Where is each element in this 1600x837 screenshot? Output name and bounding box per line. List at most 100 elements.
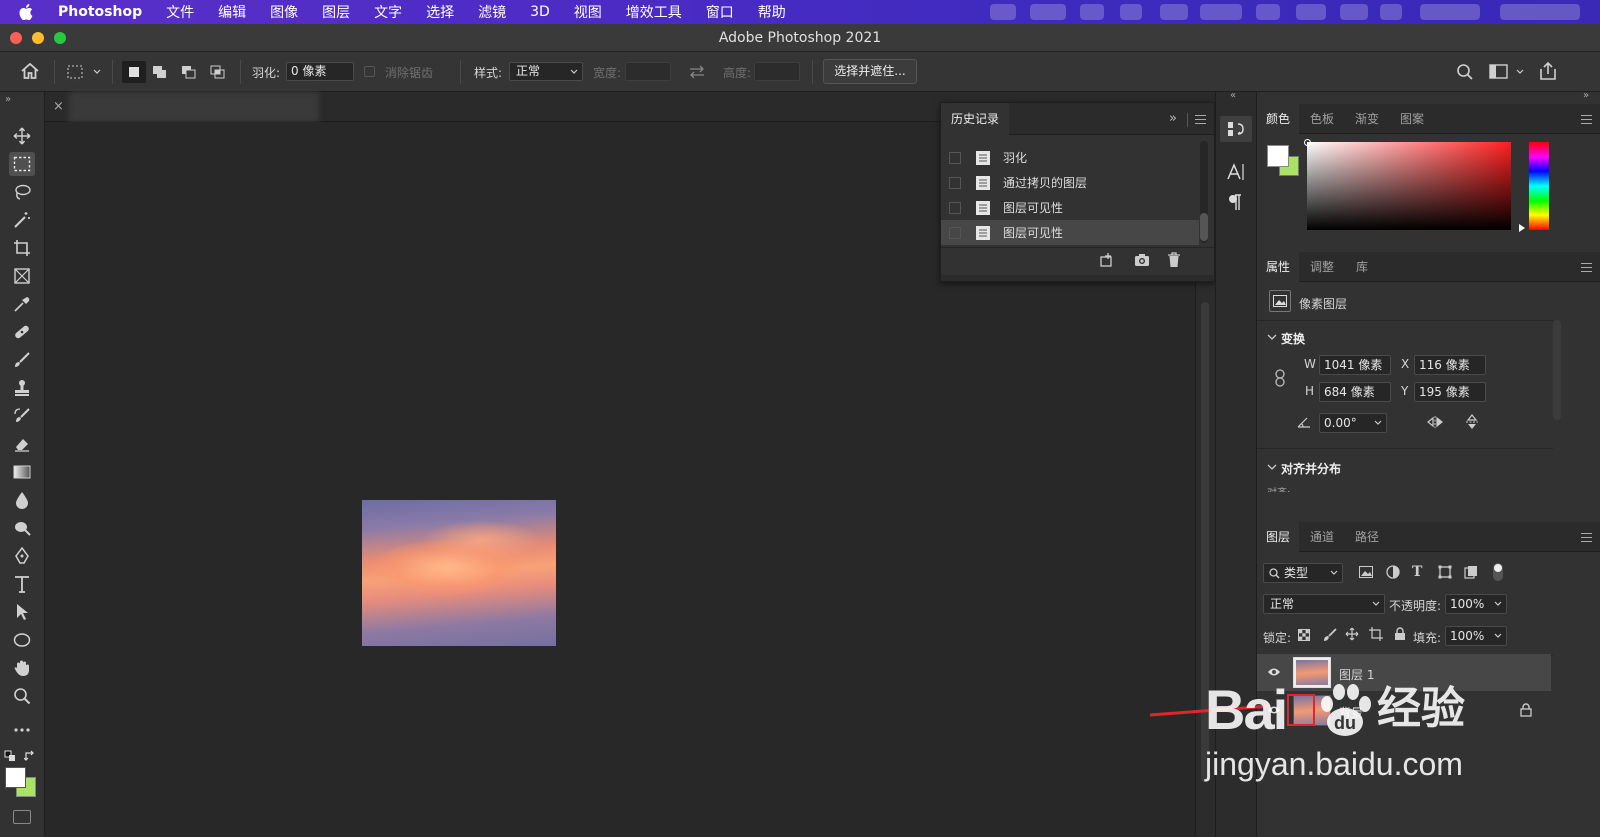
layer-name[interactable]: 背景 xyxy=(1339,704,1363,721)
trash-icon[interactable] xyxy=(1167,252,1181,268)
share-icon[interactable] xyxy=(1538,61,1558,81)
menu-help[interactable]: 帮助 xyxy=(746,2,798,22)
panel-menu-icon[interactable] xyxy=(1195,115,1206,127)
history-panel-icon[interactable] xyxy=(1220,116,1252,142)
chevron-down-icon[interactable] xyxy=(1267,463,1277,471)
crop-tool-icon[interactable] xyxy=(9,236,35,260)
panel-menu-icon[interactable] xyxy=(1581,115,1592,127)
filter-type-icon[interactable]: T xyxy=(1412,564,1422,580)
transform-section-title[interactable]: 变换 xyxy=(1281,330,1305,347)
status-icon-blurred[interactable] xyxy=(1296,4,1326,20)
menu-edit[interactable]: 编辑 xyxy=(206,2,258,22)
width-field[interactable]: 1041 像素 xyxy=(1319,355,1391,375)
status-icon-blurred[interactable] xyxy=(1200,4,1242,20)
path-selection-tool-icon[interactable] xyxy=(9,600,35,624)
tab-color[interactable]: 颜色 xyxy=(1257,104,1300,134)
height-input[interactable] xyxy=(754,62,800,81)
tab-libraries[interactable]: 库 xyxy=(1347,252,1377,282)
lock-artboard-icon[interactable] xyxy=(1369,627,1383,641)
panel-menu-icon[interactable] xyxy=(1581,533,1592,545)
tab-swatches[interactable]: 色板 xyxy=(1301,104,1343,134)
tab-channels[interactable]: 通道 xyxy=(1301,522,1343,552)
tab-gradients[interactable]: 渐变 xyxy=(1346,104,1388,134)
menu-select[interactable]: 选择 xyxy=(414,2,466,22)
lock-all-icon[interactable] xyxy=(1394,627,1406,641)
hue-slider[interactable] xyxy=(1529,142,1549,230)
close-window-button[interactable] xyxy=(10,32,22,44)
menu-file[interactable]: 文件 xyxy=(154,2,206,22)
history-snapshot-checkbox[interactable] xyxy=(949,226,961,239)
menu-app-name[interactable]: Photoshop xyxy=(52,4,154,20)
filter-toggle[interactable] xyxy=(1493,563,1503,581)
minimize-window-button[interactable] xyxy=(32,32,44,44)
status-icon-blurred[interactable] xyxy=(1160,4,1188,20)
clone-stamp-tool-icon[interactable] xyxy=(9,376,35,400)
document-tab-blurred[interactable] xyxy=(69,92,319,122)
lock-position-icon[interactable] xyxy=(1345,627,1359,641)
marquee-preset-icon[interactable] xyxy=(66,64,102,80)
workspace-icon[interactable] xyxy=(1489,64,1525,80)
layer-row-selected[interactable]: 图层 1 xyxy=(1257,654,1551,691)
subtract-selection-icon[interactable] xyxy=(181,65,197,79)
new-selection-icon[interactable] xyxy=(122,61,146,83)
fill-field[interactable]: 100% xyxy=(1445,626,1507,646)
flip-vertical-icon[interactable] xyxy=(1465,413,1479,431)
status-icon-blurred[interactable] xyxy=(1120,4,1142,20)
hand-tool-icon[interactable] xyxy=(9,656,35,680)
status-icon-blurred[interactable] xyxy=(1420,4,1480,20)
history-scrollbar[interactable] xyxy=(1200,141,1208,243)
align-distribute-section-title[interactable]: 对齐并分布 xyxy=(1281,460,1341,477)
history-item[interactable]: 通过拷贝的图层 xyxy=(941,170,1199,195)
ellipse-tool-icon[interactable] xyxy=(9,628,35,652)
panel-expand-icon[interactable]: » xyxy=(1169,111,1177,126)
filter-shape-icon[interactable] xyxy=(1438,565,1452,579)
status-icon-blurred[interactable] xyxy=(1256,4,1280,20)
intersect-selection-icon[interactable] xyxy=(210,65,226,79)
layer-filter-select[interactable]: 类型 xyxy=(1263,563,1343,583)
status-icon-blurred[interactable] xyxy=(1080,4,1104,20)
menu-window[interactable]: 窗口 xyxy=(694,2,746,22)
collapse-panels-icon[interactable]: » xyxy=(1583,90,1589,101)
home-icon[interactable] xyxy=(20,62,40,80)
style-select[interactable]: 正常 xyxy=(509,62,583,81)
status-icon-blurred[interactable] xyxy=(1500,4,1580,20)
tab-adjustments[interactable]: 调整 xyxy=(1301,252,1343,282)
flip-horizontal-icon[interactable] xyxy=(1426,415,1444,429)
filter-adjustment-icon[interactable] xyxy=(1386,565,1400,579)
close-document-icon[interactable]: × xyxy=(53,99,64,114)
move-tool-icon[interactable] xyxy=(9,124,35,148)
history-snapshot-checkbox[interactable] xyxy=(949,201,961,214)
add-selection-icon[interactable] xyxy=(152,65,168,79)
antialias-checkbox[interactable] xyxy=(364,66,375,77)
menu-3d[interactable]: 3D xyxy=(518,4,562,20)
search-icon[interactable] xyxy=(1456,63,1474,81)
zoom-tool-icon[interactable] xyxy=(9,684,35,708)
tab-layers[interactable]: 图层 xyxy=(1257,522,1300,552)
status-icon-blurred[interactable] xyxy=(1340,4,1368,20)
gradient-tool-icon[interactable] xyxy=(9,460,35,484)
camera-snapshot-icon[interactable] xyxy=(1134,252,1150,268)
foreground-color-swatch[interactable] xyxy=(1267,145,1289,167)
default-colors-icon[interactable] xyxy=(4,750,16,762)
paragraph-panel-icon[interactable] xyxy=(1228,192,1242,212)
swap-colors-icon[interactable] xyxy=(24,750,36,762)
magic-wand-tool-icon[interactable] xyxy=(9,208,35,232)
lock-image-pixels-icon[interactable] xyxy=(1323,628,1337,642)
character-panel-icon[interactable] xyxy=(1226,162,1246,182)
hue-slider-handle[interactable] xyxy=(1519,224,1525,232)
height-field[interactable]: 684 像素 xyxy=(1319,382,1391,402)
menu-image[interactable]: 图像 xyxy=(258,2,310,22)
eyedropper-tool-icon[interactable] xyxy=(9,292,35,316)
frame-tool-icon[interactable] xyxy=(9,264,35,288)
filter-smart-object-icon[interactable] xyxy=(1464,565,1478,579)
history-item[interactable]: 羽化 xyxy=(941,145,1199,170)
y-position-field[interactable]: 195 像素 xyxy=(1414,382,1486,402)
apple-menu-icon[interactable] xyxy=(0,4,52,20)
select-and-mask-button[interactable]: 选择并遮住... xyxy=(823,59,917,84)
healing-brush-tool-icon[interactable] xyxy=(9,320,35,344)
history-brush-tool-icon[interactable] xyxy=(9,404,35,428)
history-item-selected[interactable]: 图层可见性 xyxy=(941,220,1199,245)
status-icon-blurred[interactable] xyxy=(1380,4,1402,20)
pen-tool-icon[interactable] xyxy=(9,544,35,568)
rectangular-marquee-tool-icon[interactable] xyxy=(9,152,35,176)
